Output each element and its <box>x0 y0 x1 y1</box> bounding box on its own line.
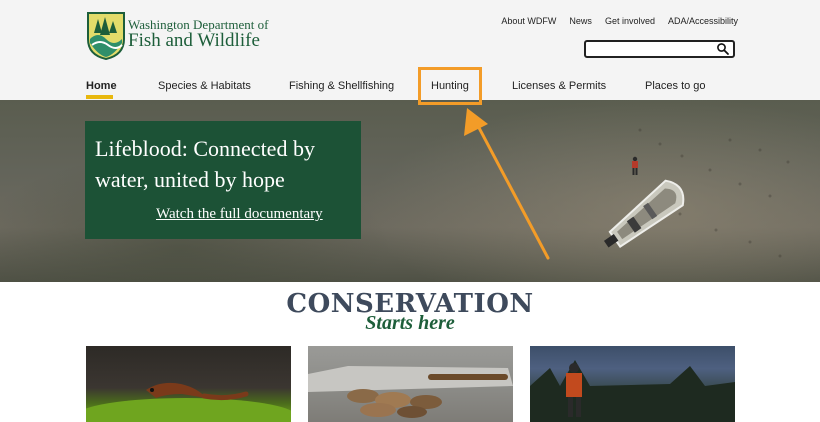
agency-name-line2[interactable]: Fish and Wildlife <box>128 30 260 52</box>
shellfish-photo-icon <box>308 366 513 418</box>
search-input[interactable] <box>591 45 711 59</box>
active-nav-indicator <box>86 95 113 99</box>
conservation-card-hunter[interactable] <box>530 346 735 422</box>
nav-item-licenses-permits[interactable]: Licenses & Permits <box>512 80 606 92</box>
hero-title: Lifeblood: Connected by water, united by… <box>95 136 315 192</box>
utility-nav: About WDFW News Get involved ADA/Accessi… <box>501 16 738 26</box>
conservation-card-newt[interactable] <box>86 346 291 422</box>
util-link-accessibility[interactable]: ADA/Accessibility <box>668 16 738 26</box>
nav-item-places-to-go[interactable]: Places to go <box>645 80 706 92</box>
hunting-highlight-box <box>418 67 482 105</box>
newt-photo-icon <box>86 382 291 422</box>
search-icon[interactable] <box>716 42 730 56</box>
watch-documentary-link[interactable]: Watch the full documentary <box>156 206 323 223</box>
hunter-photo-icon <box>530 360 735 422</box>
hero-feature-panel: Lifeblood: Connected by water, united by… <box>85 121 361 239</box>
util-link-news[interactable]: News <box>569 16 592 26</box>
wdfw-logo-icon[interactable] <box>84 9 128 61</box>
main-nav: Home Species & Habitats Fishing & Shellf… <box>0 78 820 100</box>
hero-banner: Lifeblood: Connected by water, united by… <box>0 100 820 282</box>
search-box <box>584 40 735 59</box>
conservation-card-shellfish[interactable] <box>308 346 513 422</box>
util-link-get-involved[interactable]: Get involved <box>605 16 655 26</box>
nav-item-home[interactable]: Home <box>86 80 117 92</box>
nav-item-species-habitats[interactable]: Species & Habitats <box>158 80 251 92</box>
nav-item-fishing-shellfishing[interactable]: Fishing & Shellfishing <box>289 80 394 92</box>
util-link-about[interactable]: About WDFW <box>501 16 556 26</box>
conservation-subtitle: Starts here <box>365 312 455 334</box>
drift-boat-image <box>603 179 685 249</box>
